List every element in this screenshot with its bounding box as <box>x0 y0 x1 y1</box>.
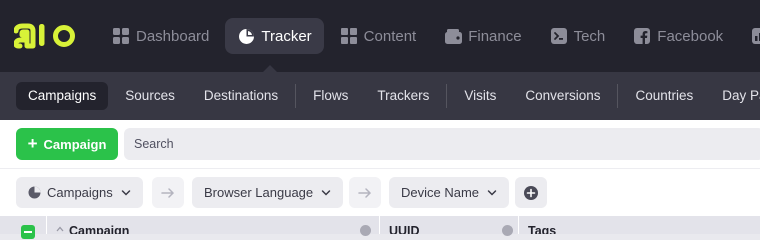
grouping-bar: Campaigns Browser Language Device Name <box>0 168 760 216</box>
nav-item-label: Content <box>363 27 417 45</box>
arrow-right-icon <box>358 187 372 198</box>
nav-item-label: Tech <box>573 27 606 45</box>
group-chip-label: Campaigns <box>47 185 113 200</box>
add-campaign-button[interactable]: + Campaign <box>16 128 118 160</box>
campaign-toolbar: + Campaign <box>0 120 760 168</box>
nav-item-dashboard[interactable]: Dashboard <box>100 18 221 54</box>
nav-item-analytics[interactable] <box>739 18 760 54</box>
tracker-subnav: Campaigns Sources Destinations Flows Tra… <box>16 82 760 110</box>
chevron-down-icon <box>321 189 331 196</box>
plus-icon: + <box>27 134 38 153</box>
tracker-pie-icon <box>28 186 41 199</box>
plus-circle-icon <box>524 185 538 200</box>
group-chip-device-name[interactable]: Device Name <box>389 177 510 208</box>
nav-item-content[interactable]: Content <box>328 18 429 54</box>
chevron-down-icon <box>121 189 131 196</box>
table-header: Campaign UUID Tags <box>0 216 760 239</box>
nav-item-label: Finance <box>468 27 522 45</box>
wallet-icon <box>444 27 462 45</box>
column-divider <box>46 216 47 234</box>
nav-item-tracker[interactable]: Tracker <box>225 18 324 54</box>
tech-chip-icon <box>550 27 568 45</box>
chart-icon <box>751 27 760 45</box>
add-grouping-button[interactable] <box>515 177 547 208</box>
secondary-navigation-bar: Campaigns Sources Destinations Flows Tra… <box>0 72 760 120</box>
group-chip-browser-language[interactable]: Browser Language <box>192 177 344 208</box>
column-divider <box>379 216 380 234</box>
subnav-flows[interactable]: Flows <box>301 82 360 110</box>
nav-item-finance[interactable]: Finance <box>432 18 533 54</box>
search-input[interactable] <box>124 128 760 160</box>
column-header-tags[interactable]: Tags <box>528 216 728 234</box>
dashboard-grid-icon <box>112 27 130 45</box>
subnav-visits[interactable]: Visits <box>452 82 508 110</box>
subnav-trackers[interactable]: Trackers <box>365 82 441 110</box>
facebook-icon <box>633 27 651 45</box>
nav-item-label: Tracker <box>261 27 312 45</box>
subnav-countries[interactable]: Countries <box>623 82 705 110</box>
tracker-pie-icon <box>237 27 255 45</box>
select-all-checkbox[interactable] <box>21 225 35 239</box>
sort-icon[interactable] <box>56 226 64 232</box>
alo-logo[interactable] <box>14 22 78 50</box>
group-arrow-button[interactable] <box>152 177 184 208</box>
subnav-divider <box>617 84 619 108</box>
nav-item-facebook[interactable]: Facebook <box>621 18 735 54</box>
main-nav: Dashboard Tracker Content Finance Tech F… <box>100 18 760 54</box>
add-campaign-label: Campaign <box>43 136 107 152</box>
column-divider <box>518 216 519 234</box>
subnav-day-parts[interactable]: Day Parts <box>710 82 760 110</box>
content-grid-icon <box>340 27 358 45</box>
nav-item-label: Dashboard <box>136 27 210 45</box>
subnav-destinations[interactable]: Destinations <box>192 82 290 110</box>
info-icon[interactable] <box>360 225 371 236</box>
subnav-campaigns[interactable]: Campaigns <box>16 82 109 110</box>
group-chip-label: Browser Language <box>204 185 314 200</box>
column-header-campaign[interactable]: Campaign <box>69 216 349 234</box>
subnav-divider <box>446 84 448 108</box>
nav-item-tech[interactable]: Tech <box>538 18 618 54</box>
group-chip-label: Device Name <box>401 185 480 200</box>
group-chip-campaigns[interactable]: Campaigns <box>16 177 143 208</box>
subnav-divider <box>295 84 297 108</box>
column-header-uuid[interactable]: UUID <box>389 216 499 234</box>
subnav-conversions[interactable]: Conversions <box>513 82 612 110</box>
chevron-down-icon <box>487 189 497 196</box>
info-icon[interactable] <box>502 225 513 236</box>
group-arrow-button[interactable] <box>349 177 381 208</box>
arrow-right-icon <box>161 187 175 198</box>
top-navigation-bar: Dashboard Tracker Content Finance Tech F… <box>0 0 760 73</box>
nav-item-label: Facebook <box>657 27 724 45</box>
subnav-sources[interactable]: Sources <box>113 82 187 110</box>
